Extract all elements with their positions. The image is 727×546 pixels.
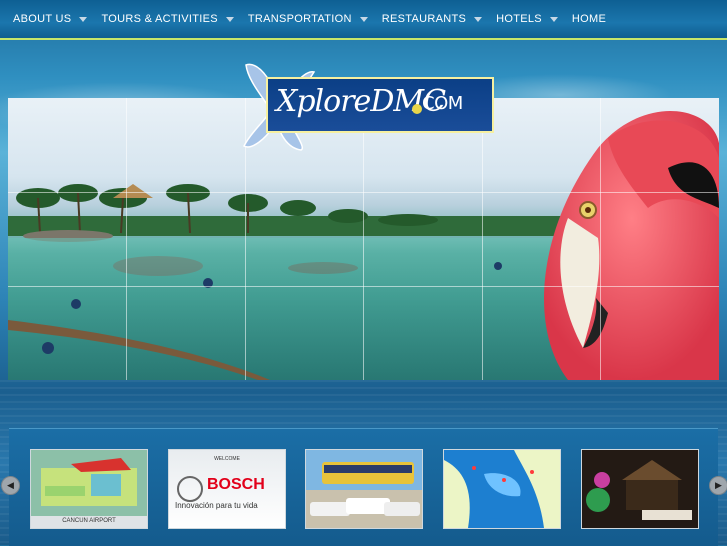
- grid-line: [8, 286, 719, 287]
- nav-transportation-label: TRANSPORTATION: [247, 13, 352, 25]
- logo-com: COM: [422, 93, 463, 114]
- nav-about-us-label: ABOUT US: [13, 13, 72, 25]
- bosch-welcome: WELCOME: [214, 456, 240, 462]
- nav-home[interactable]: HOME: [564, 0, 612, 38]
- carousel-item-bosch[interactable]: WELCOME BOSCH Innovación para tu vida: [168, 449, 286, 529]
- grid-line: [600, 98, 601, 380]
- nav-restaurants-label: RESTAURANTS: [381, 13, 467, 25]
- logo-text: XploreDMC: [276, 84, 446, 119]
- carousel-prev-button[interactable]: ◀: [1, 476, 20, 495]
- nav-home-label: HOME: [571, 13, 607, 25]
- nav-restaurants[interactable]: RESTAURANTS: [374, 0, 488, 38]
- caret-down-icon: [549, 16, 558, 22]
- carousel-item-region-map[interactable]: [443, 449, 561, 529]
- airport-caption: CANCUN AIRPORT: [62, 518, 116, 524]
- region-map-image: [444, 450, 560, 528]
- carousel-item-restaurant[interactable]: [581, 449, 699, 529]
- chevron-right-icon: ▶: [715, 480, 722, 490]
- carousel-item-transport[interactable]: [305, 449, 423, 529]
- main-navigation: ABOUT US TOURS & ACTIVITIES TRANSPORTATI…: [0, 0, 727, 40]
- nav-hotels-label: HOTELS: [496, 13, 542, 25]
- nav-tours-activities[interactable]: TOURS & ACTIVITIES: [93, 0, 239, 38]
- grid-line: [126, 98, 127, 380]
- caret-down-icon: [225, 16, 234, 22]
- caret-down-icon: [79, 16, 88, 22]
- grid-line: [8, 192, 719, 193]
- site-logo[interactable]: XploreDMC COM: [236, 60, 494, 152]
- airport-map-image: [31, 450, 147, 528]
- bosch-brand: BOSCH: [207, 476, 265, 493]
- nav-hotels[interactable]: HOTELS: [488, 0, 564, 38]
- restaurant-image: [582, 450, 698, 528]
- caret-down-icon: [474, 16, 483, 22]
- nav-transportation[interactable]: TRANSPORTATION: [240, 0, 374, 38]
- caret-down-icon: [359, 16, 368, 22]
- nav-tours-label: TOURS & ACTIVITIES: [101, 13, 218, 25]
- carousel-item-airport-map[interactable]: CANCUN AIRPORT: [30, 449, 148, 529]
- bosch-logo-icon: [177, 476, 203, 502]
- nav-about-us[interactable]: ABOUT US: [0, 0, 93, 38]
- transport-image: [306, 450, 422, 528]
- carousel-next-button[interactable]: ▶: [709, 476, 727, 495]
- chevron-left-icon: ◀: [7, 480, 14, 490]
- bosch-tagline: Innovación para tu vida: [175, 501, 258, 510]
- logo-dot: [412, 104, 422, 114]
